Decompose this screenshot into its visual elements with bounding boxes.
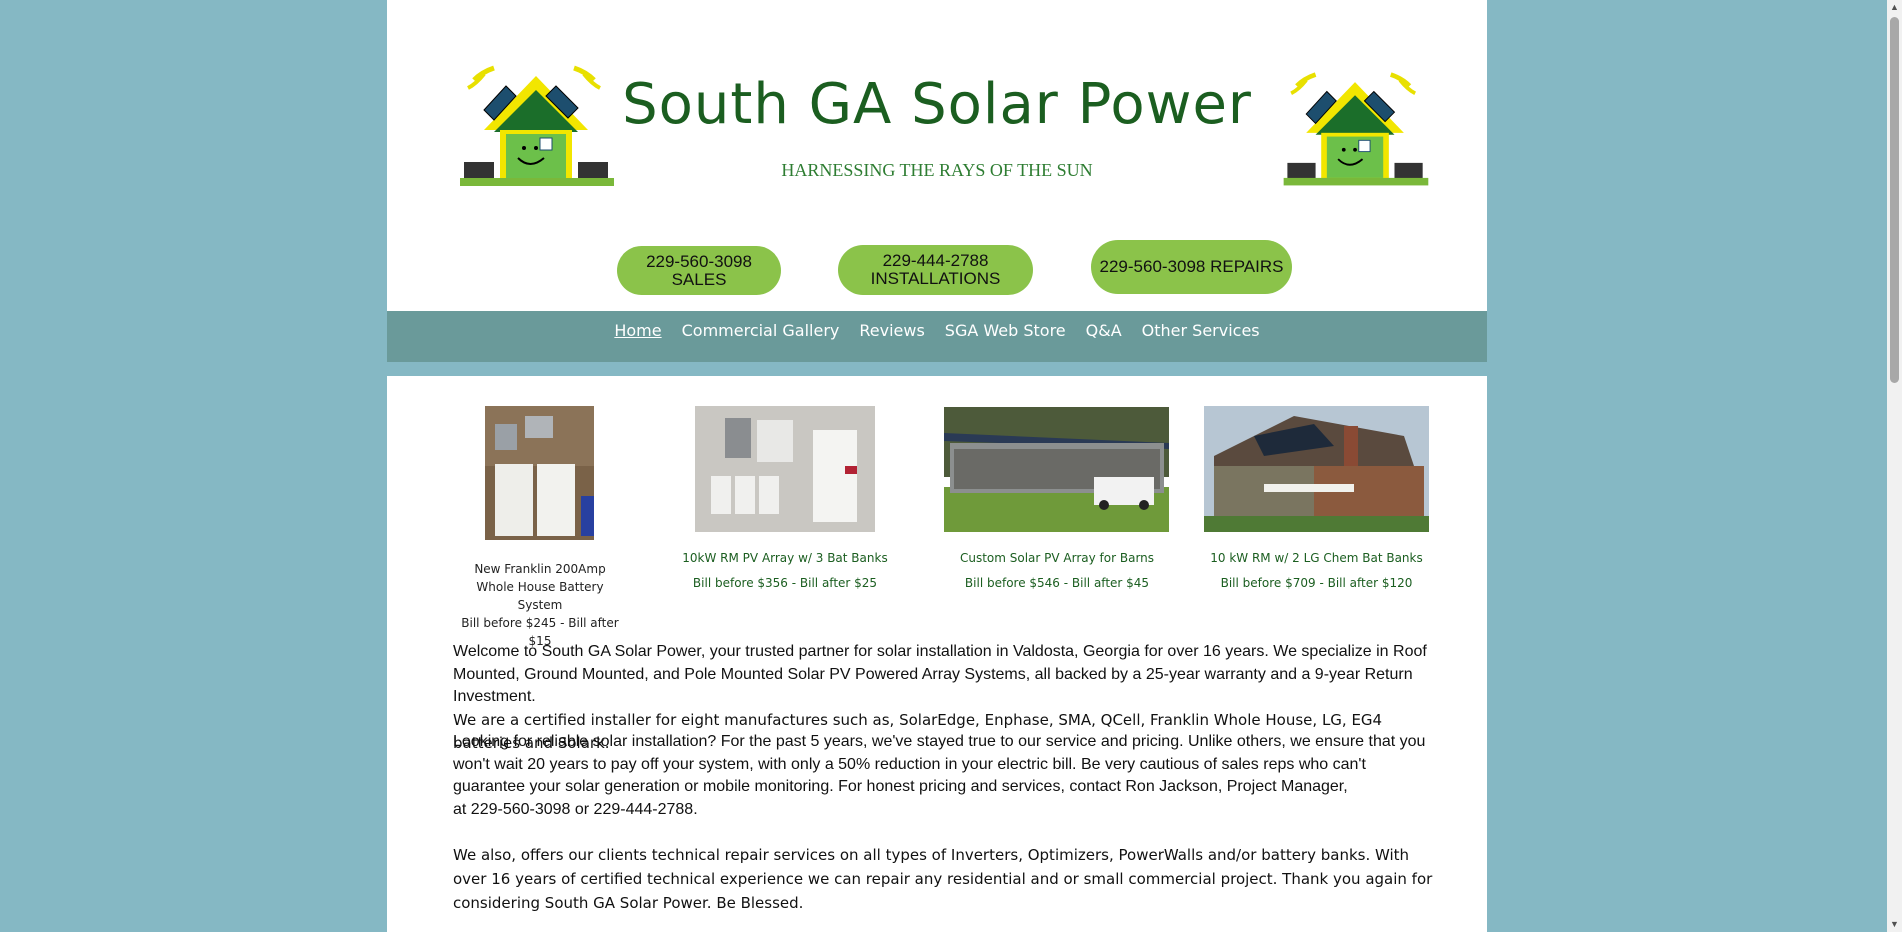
gallery-caption-title: New Franklin 200Amp Whole House Battery … [474, 562, 606, 612]
nav-sga-web-store[interactable]: SGA Web Store [945, 321, 1066, 352]
nav-commercial-gallery[interactable]: Commercial Gallery [682, 321, 840, 352]
nav-reviews[interactable]: Reviews [859, 321, 924, 352]
repair-services-paragraph: We also, offers our clients technical re… [453, 846, 1433, 912]
scroll-down-arrow-icon[interactable]: ▼ [1887, 917, 1902, 932]
gallery-caption-bill: Bill before $709 - Bill after $120 [1220, 576, 1413, 590]
main-navigation: Home Commercial Gallery Reviews SGA Web … [387, 311, 1487, 362]
gallery-caption-bill: Bill before $546 - Bill after $45 [964, 576, 1150, 590]
gallery-caption-bill: Bill before $356 - Bill after $25 [692, 576, 878, 590]
rm-pv-array-photo [695, 406, 875, 532]
scroll-up-arrow-icon[interactable]: ▲ [1887, 0, 1902, 15]
pricing-paragraph: Looking for reliable solar installation?… [453, 733, 1426, 795]
nav-other-services[interactable]: Other Services [1142, 321, 1260, 352]
barn-solar-array-photo [944, 407, 1169, 532]
installations-phone-button[interactable]: 229-444-2788 INSTALLATIONS [838, 245, 1033, 295]
nav-qa[interactable]: Q&A [1086, 321, 1122, 352]
contact-line: at 229-560-3098 or 229-444-2788. [453, 801, 698, 818]
gallery-caption-3: Custom Solar PV Array for Barns Bill bef… [927, 546, 1187, 596]
sales-phone-button[interactable]: 229-560-3098 SALES [617, 246, 781, 295]
franklin-battery-photo [485, 406, 594, 540]
site-title: South GA Solar Power [622, 72, 1252, 137]
vertical-scrollbar[interactable]: ▲ ▼ [1887, 0, 1902, 932]
gallery-caption-1: New Franklin 200Amp Whole House Battery … [455, 560, 625, 650]
gallery-caption-title: 10kW RM PV Array w/ 3 Bat Banks [682, 551, 888, 565]
nav-divider [387, 362, 1487, 376]
intro-paragraph: Welcome to South GA Solar Power, your tr… [453, 643, 1427, 705]
site-tagline: HARNESSING THE RAYS OF THE SUN [781, 160, 1093, 180]
house-logo-icon [1283, 72, 1429, 186]
repairs-phone-button[interactable]: 229-560-3098 REPAIRS [1091, 240, 1292, 294]
gallery-caption-title: Custom Solar PV Array for Barns [959, 551, 1155, 565]
gallery-caption-title: 10 kW RM w/ 2 LG Chem Bat Banks [1210, 551, 1423, 565]
scrollbar-thumb[interactable] [1890, 17, 1899, 383]
gallery-caption-2: 10kW RM PV Array w/ 3 Bat Banks Bill bef… [655, 546, 915, 596]
gallery-caption-4: 10 kW RM w/ 2 LG Chem Bat Banks Bill bef… [1184, 546, 1449, 596]
nav-home[interactable]: Home [614, 321, 661, 352]
page-container: South GA Solar Power HARNESSING THE RAYS… [387, 0, 1487, 932]
lg-chem-house-photo [1204, 406, 1429, 532]
